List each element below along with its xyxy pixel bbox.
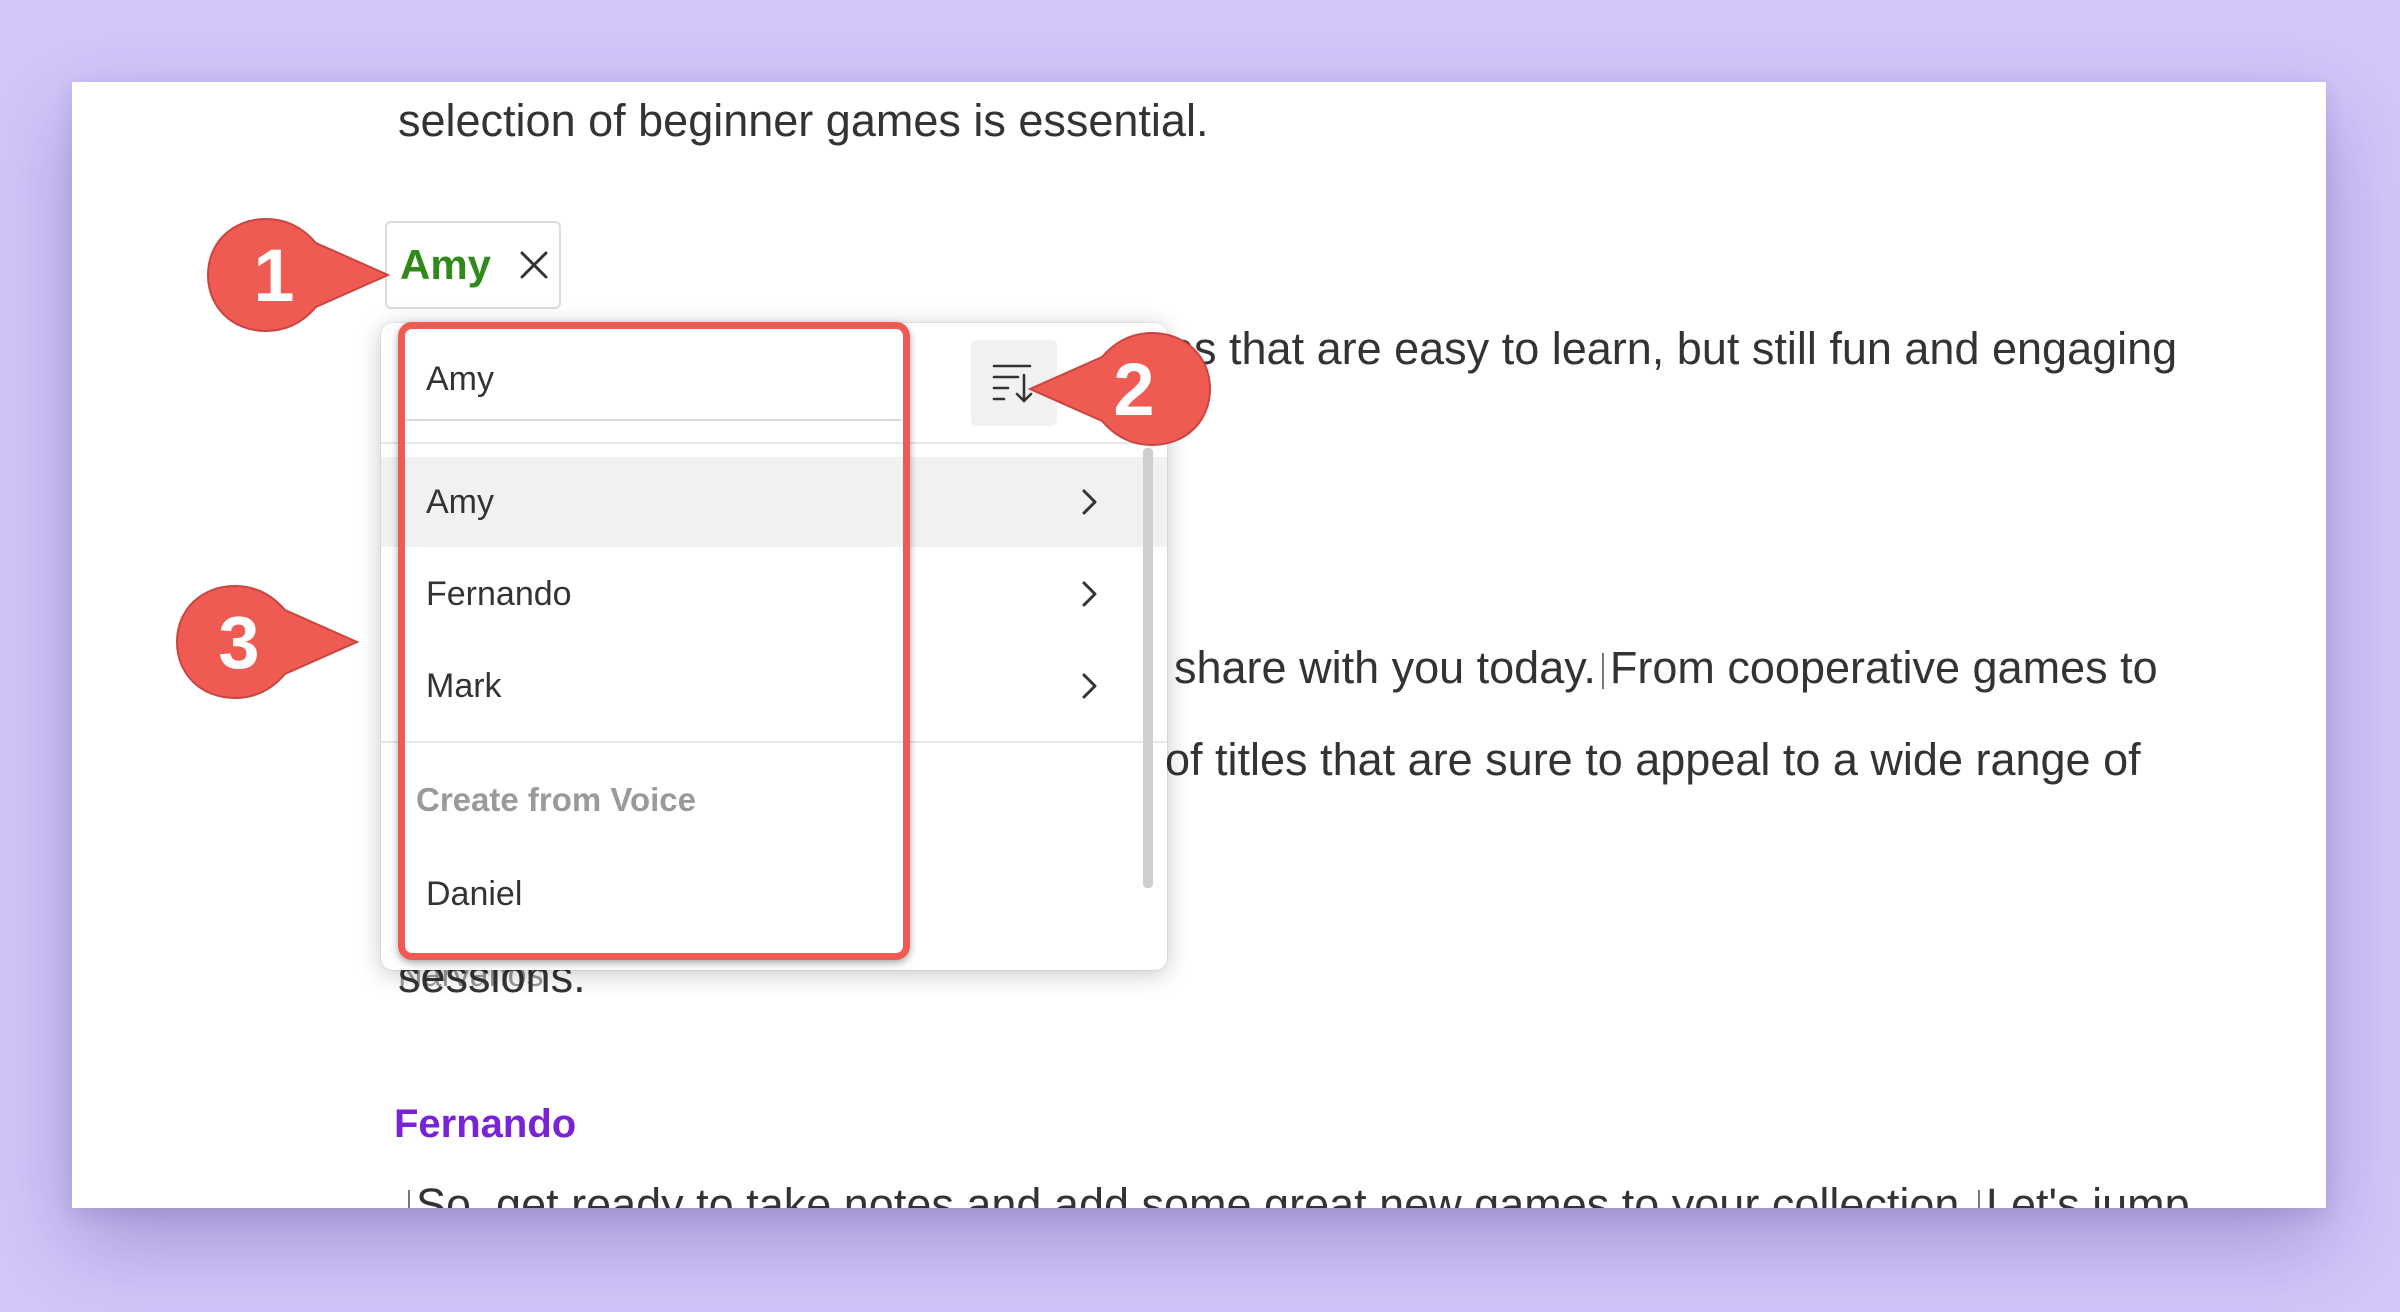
callout-badge-1: 1 [206, 217, 391, 333]
callout-badge-3: 3 [175, 584, 360, 700]
annotation-highlight [398, 322, 910, 960]
text-cursor [1601, 653, 1604, 690]
callout-number: 1 [253, 234, 294, 317]
speaker-chip[interactable]: Amy [385, 221, 561, 309]
paragraph-line: selection of beginner games is essential… [398, 95, 1209, 146]
chevron-right-icon [1074, 487, 1104, 517]
text-cursor [408, 1190, 410, 1208]
paragraph-text: From cooperative games to [1609, 642, 2158, 693]
speaker-label-fernando[interactable]: Fernando [394, 1102, 576, 1147]
callout-number: 3 [218, 601, 259, 684]
paragraph-line: So, get ready to take notes and add some… [402, 1182, 2190, 1208]
callout-number: 2 [1113, 348, 1154, 431]
paragraph-line: of titles that are sure to appeal to a w… [1165, 734, 2141, 785]
chevron-right-icon [1074, 579, 1104, 609]
paragraph-line: es that are easy to learn, but still fun… [1169, 323, 2178, 374]
close-icon[interactable] [519, 250, 549, 280]
paragraph-text: Let's jump [1985, 1179, 2190, 1208]
dropdown-scrollbar[interactable] [1143, 448, 1153, 938]
speaker-chip-name: Amy [400, 241, 492, 288]
paragraph-line: share with you today. From cooperative ga… [1174, 645, 2158, 690]
callout-badge-2: 2 [1027, 331, 1212, 447]
paragraph-text: share with you today. [1174, 642, 1596, 693]
paragraph-text: So, get ready to take notes and add some… [416, 1179, 1972, 1208]
text-cursor [1977, 1190, 1980, 1208]
chevron-right-icon [1074, 671, 1104, 701]
scrollbar-thumb[interactable] [1143, 448, 1153, 888]
